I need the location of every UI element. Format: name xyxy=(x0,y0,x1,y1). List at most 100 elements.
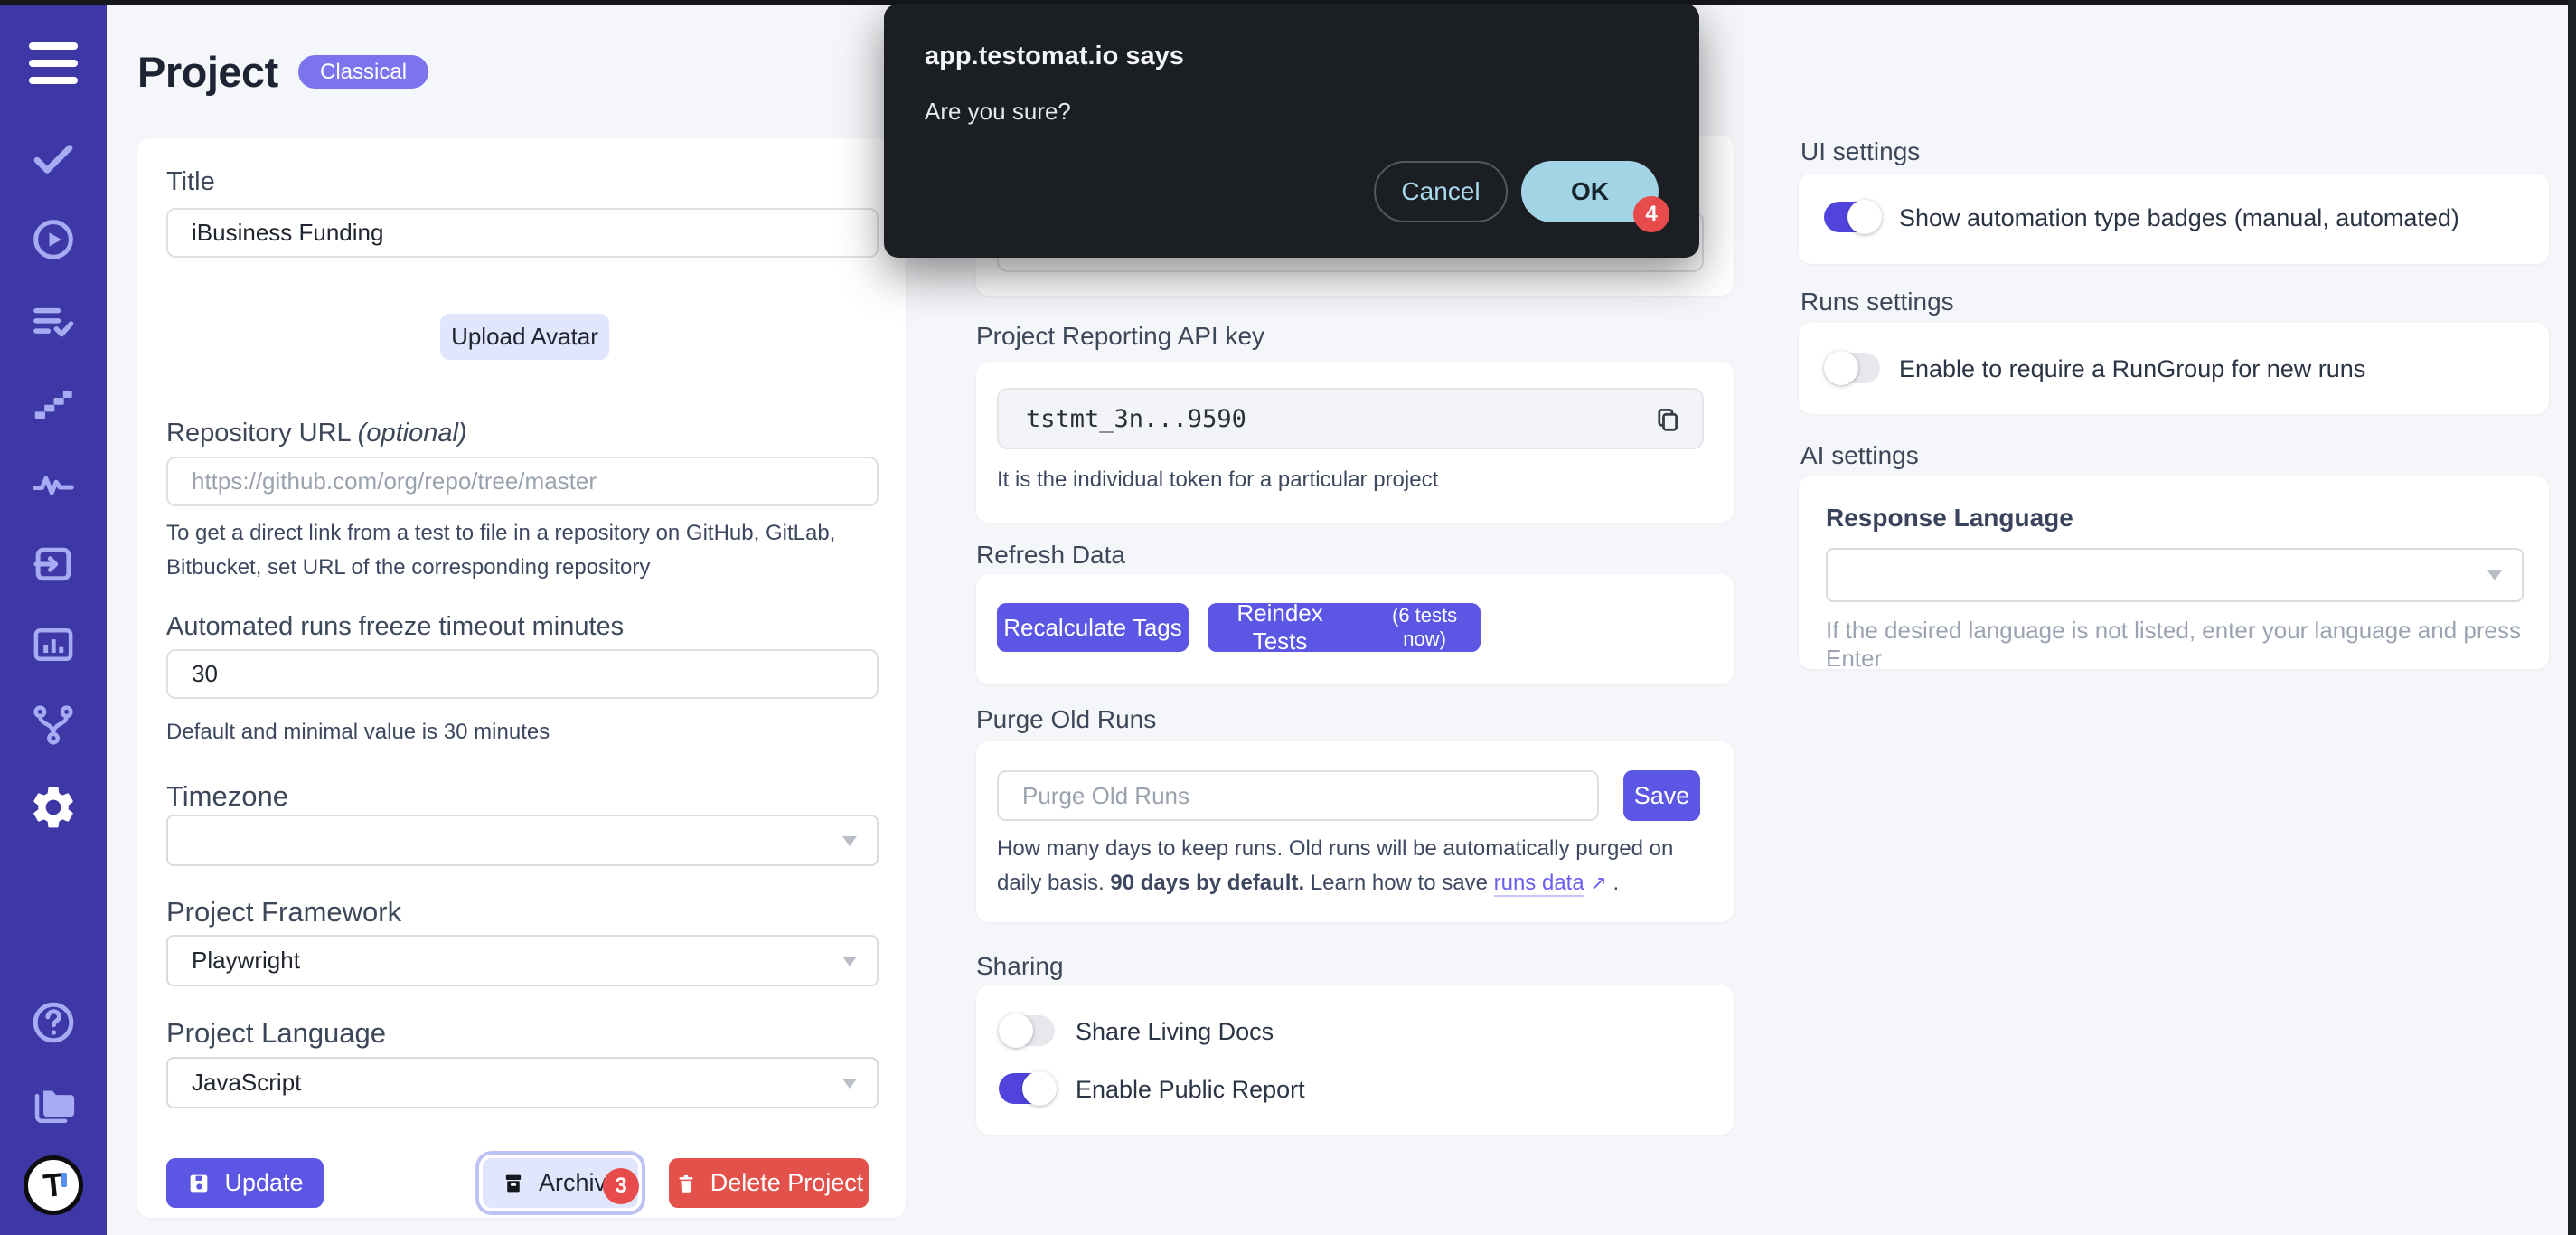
archive-icon xyxy=(501,1171,526,1196)
chevron-down-icon xyxy=(842,957,857,966)
toggle-knob xyxy=(1824,351,1858,385)
ui-settings-label: UI settings xyxy=(1800,137,1920,166)
app-root: T Project Classical Title Upload Avatar … xyxy=(0,0,2576,1235)
recalculate-tags-label: Recalculate Tags xyxy=(1003,614,1182,642)
chevron-down-icon xyxy=(2487,570,2502,580)
sidebar: T xyxy=(0,0,107,1235)
reporting-api-key-card: tstmt_3n...9590 It is the individual tok… xyxy=(976,362,1734,523)
automation-badges-toggle[interactable] xyxy=(1824,202,1880,232)
tests-check-icon[interactable] xyxy=(0,132,107,186)
framework-label: Project Framework xyxy=(166,896,401,929)
runs-play-icon[interactable] xyxy=(0,212,107,267)
automation-badges-label: Show automation type badges (manual, aut… xyxy=(1899,204,2459,232)
archive-step-badge: 3 xyxy=(603,1168,639,1204)
language-label: Project Language xyxy=(166,1017,386,1050)
avatar-accent xyxy=(61,1173,67,1187)
purge-old-runs-card: Save How many days to keep runs. Old run… xyxy=(976,741,1734,922)
analytics-pulse-icon[interactable] xyxy=(0,457,107,511)
purge-save-label: Save xyxy=(1634,782,1690,810)
language-select[interactable]: JavaScript xyxy=(166,1057,879,1108)
response-language-label: Response Language xyxy=(1826,504,2073,533)
refresh-data-label: Refresh Data xyxy=(976,541,1125,570)
branches-git-icon[interactable] xyxy=(0,698,107,752)
reindex-tests-button[interactable]: Reindex Tests (6 tests now) xyxy=(1208,603,1481,652)
cancel-label: Cancel xyxy=(1401,177,1480,206)
ok-label: OK xyxy=(1571,177,1609,206)
timezone-label: Timezone xyxy=(166,780,288,813)
optional-hint: (optional) xyxy=(358,419,467,448)
framework-value: Playwright xyxy=(192,947,300,975)
upload-avatar-button[interactable]: Upload Avatar xyxy=(440,314,609,360)
freeze-timeout-help: Default and minimal value is 30 minutes xyxy=(166,715,889,749)
ok-step-badge: 4 xyxy=(1633,196,1669,232)
api-key-field: tstmt_3n...9590 xyxy=(997,388,1704,449)
trash-icon xyxy=(674,1172,698,1195)
runs-settings-card: Enable to require a RunGroup for new run… xyxy=(1799,323,2549,414)
page-title: Project xyxy=(137,47,278,97)
freeze-timeout-input[interactable] xyxy=(166,649,879,699)
ai-settings-card: Response Language If the desired languag… xyxy=(1799,476,2549,669)
dialog-title: app.testomat.io says xyxy=(925,42,1184,71)
milestones-stairs-icon[interactable] xyxy=(0,375,107,429)
timezone-select[interactable] xyxy=(166,815,879,866)
freeze-timeout-label: Automated runs freeze timeout minutes xyxy=(166,612,624,642)
purge-old-runs-input[interactable] xyxy=(997,770,1599,821)
recalculate-tags-button[interactable]: Recalculate Tags xyxy=(997,603,1189,652)
reporting-api-key-label: Project Reporting API key xyxy=(976,322,1264,351)
api-key-help: It is the individual token for a particu… xyxy=(997,463,1711,497)
update-label: Update xyxy=(224,1169,303,1197)
user-avatar[interactable]: T xyxy=(24,1155,83,1215)
enable-public-report-toggle[interactable] xyxy=(999,1073,1055,1104)
settings-gear-icon[interactable] xyxy=(0,780,107,834)
delete-project-label: Delete Project xyxy=(710,1169,864,1197)
enable-public-report-label: Enable Public Report xyxy=(1076,1076,1305,1104)
share-living-docs-toggle[interactable] xyxy=(999,1015,1055,1046)
toggle-knob xyxy=(999,1013,1033,1048)
chevron-down-icon xyxy=(842,836,857,846)
reports-bar-chart-icon[interactable] xyxy=(0,618,107,672)
reindex-tests-label: Reindex Tests xyxy=(1208,599,1352,655)
api-key-value: tstmt_3n...9590 xyxy=(1026,405,1246,433)
project-mode-badge: Classical xyxy=(298,55,428,89)
sharing-card: Share Living Docs Enable Public Report xyxy=(976,985,1734,1135)
purge-old-runs-label: Purge Old Runs xyxy=(976,705,1156,734)
repository-url-input[interactable] xyxy=(166,457,879,506)
projects-folders-icon[interactable] xyxy=(0,1076,107,1130)
help-question-icon[interactable] xyxy=(0,995,107,1050)
menu-icon[interactable] xyxy=(0,36,107,90)
ai-settings-label: AI settings xyxy=(1800,441,1919,470)
browser-confirm-dialog: app.testomat.io says Are you sure? Cance… xyxy=(884,4,1699,258)
scrollbar-track[interactable] xyxy=(2568,0,2576,1235)
refresh-data-card: Recalculate Tags Reindex Tests (6 tests … xyxy=(976,574,1734,684)
rungroup-required-toggle[interactable] xyxy=(1824,353,1880,383)
purge-help: How many days to keep runs. Old runs wil… xyxy=(997,832,1684,900)
repository-url-help: To get a direct link from a test to file… xyxy=(166,516,889,585)
import-sign-in-icon[interactable] xyxy=(0,537,107,591)
language-value: JavaScript xyxy=(192,1069,301,1097)
project-form-card: Title Upload Avatar Repository URL (opti… xyxy=(137,138,906,1218)
purge-save-button[interactable]: Save xyxy=(1623,770,1700,821)
reindex-tests-count: (6 tests now) xyxy=(1368,604,1481,651)
title-input[interactable] xyxy=(166,208,879,258)
toggle-knob xyxy=(1022,1071,1057,1106)
share-living-docs-label: Share Living Docs xyxy=(1076,1018,1274,1046)
test-plans-list-check-icon[interactable] xyxy=(0,295,107,349)
save-icon xyxy=(186,1171,212,1196)
cancel-button[interactable]: Cancel xyxy=(1374,161,1508,222)
toggle-knob xyxy=(1847,200,1882,234)
upload-avatar-label: Upload Avatar xyxy=(451,323,598,351)
response-language-help: If the desired language is not listed, e… xyxy=(1826,617,2531,673)
delete-project-button[interactable]: Delete Project xyxy=(669,1158,869,1208)
ui-settings-card: Show automation type badges (manual, aut… xyxy=(1799,174,2549,264)
runs-data-link[interactable]: runs data xyxy=(1494,871,1584,897)
title-label: Title xyxy=(166,167,215,197)
runs-settings-label: Runs settings xyxy=(1800,288,1954,316)
framework-select[interactable]: Playwright xyxy=(166,935,879,986)
response-language-select[interactable] xyxy=(1826,548,2524,602)
copy-icon[interactable] xyxy=(1642,395,1693,444)
update-button[interactable]: Update xyxy=(166,1158,324,1208)
external-link-icon: ↗ xyxy=(1590,872,1606,894)
chevron-down-icon xyxy=(842,1079,857,1089)
repository-url-label: Repository URL (optional) xyxy=(166,419,467,448)
rungroup-required-label: Enable to require a RunGroup for new run… xyxy=(1899,355,2365,383)
